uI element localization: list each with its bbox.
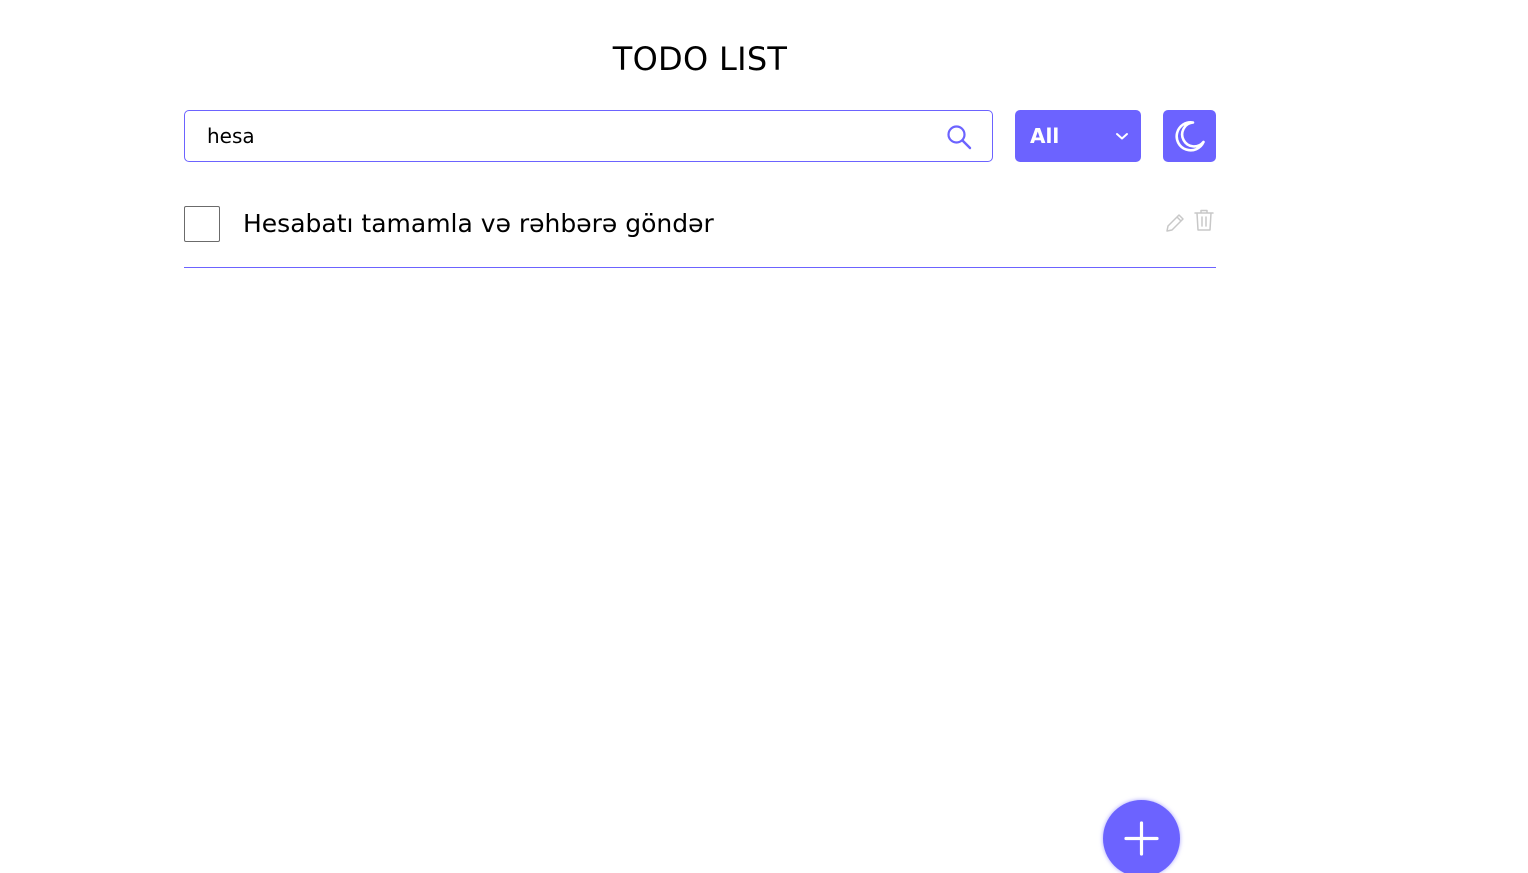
- filter-selected-label: All: [1030, 124, 1060, 148]
- add-todo-button[interactable]: [1103, 800, 1180, 873]
- search-input[interactable]: [185, 111, 925, 161]
- plus-icon: [1124, 821, 1159, 856]
- todo-item: Hesabatı tamamla və rəhbərə göndər: [184, 188, 1216, 268]
- todo-app: TODO LIST All Hesabatı tamamla və rəhbər…: [0, 0, 1528, 873]
- todo-checkbox[interactable]: [184, 206, 220, 242]
- search-icon[interactable]: [946, 124, 972, 150]
- search-box[interactable]: [184, 110, 993, 162]
- pencil-icon[interactable]: [1164, 212, 1186, 234]
- chevron-down-icon: [1116, 133, 1128, 140]
- moon-icon: [1175, 121, 1205, 152]
- trash-icon[interactable]: [1193, 208, 1215, 232]
- todo-text: Hesabatı tamamla və rəhbərə göndər: [243, 209, 714, 238]
- filter-select[interactable]: All: [1015, 110, 1141, 162]
- theme-toggle-button[interactable]: [1163, 110, 1216, 162]
- page-title: TODO LIST: [612, 40, 788, 78]
